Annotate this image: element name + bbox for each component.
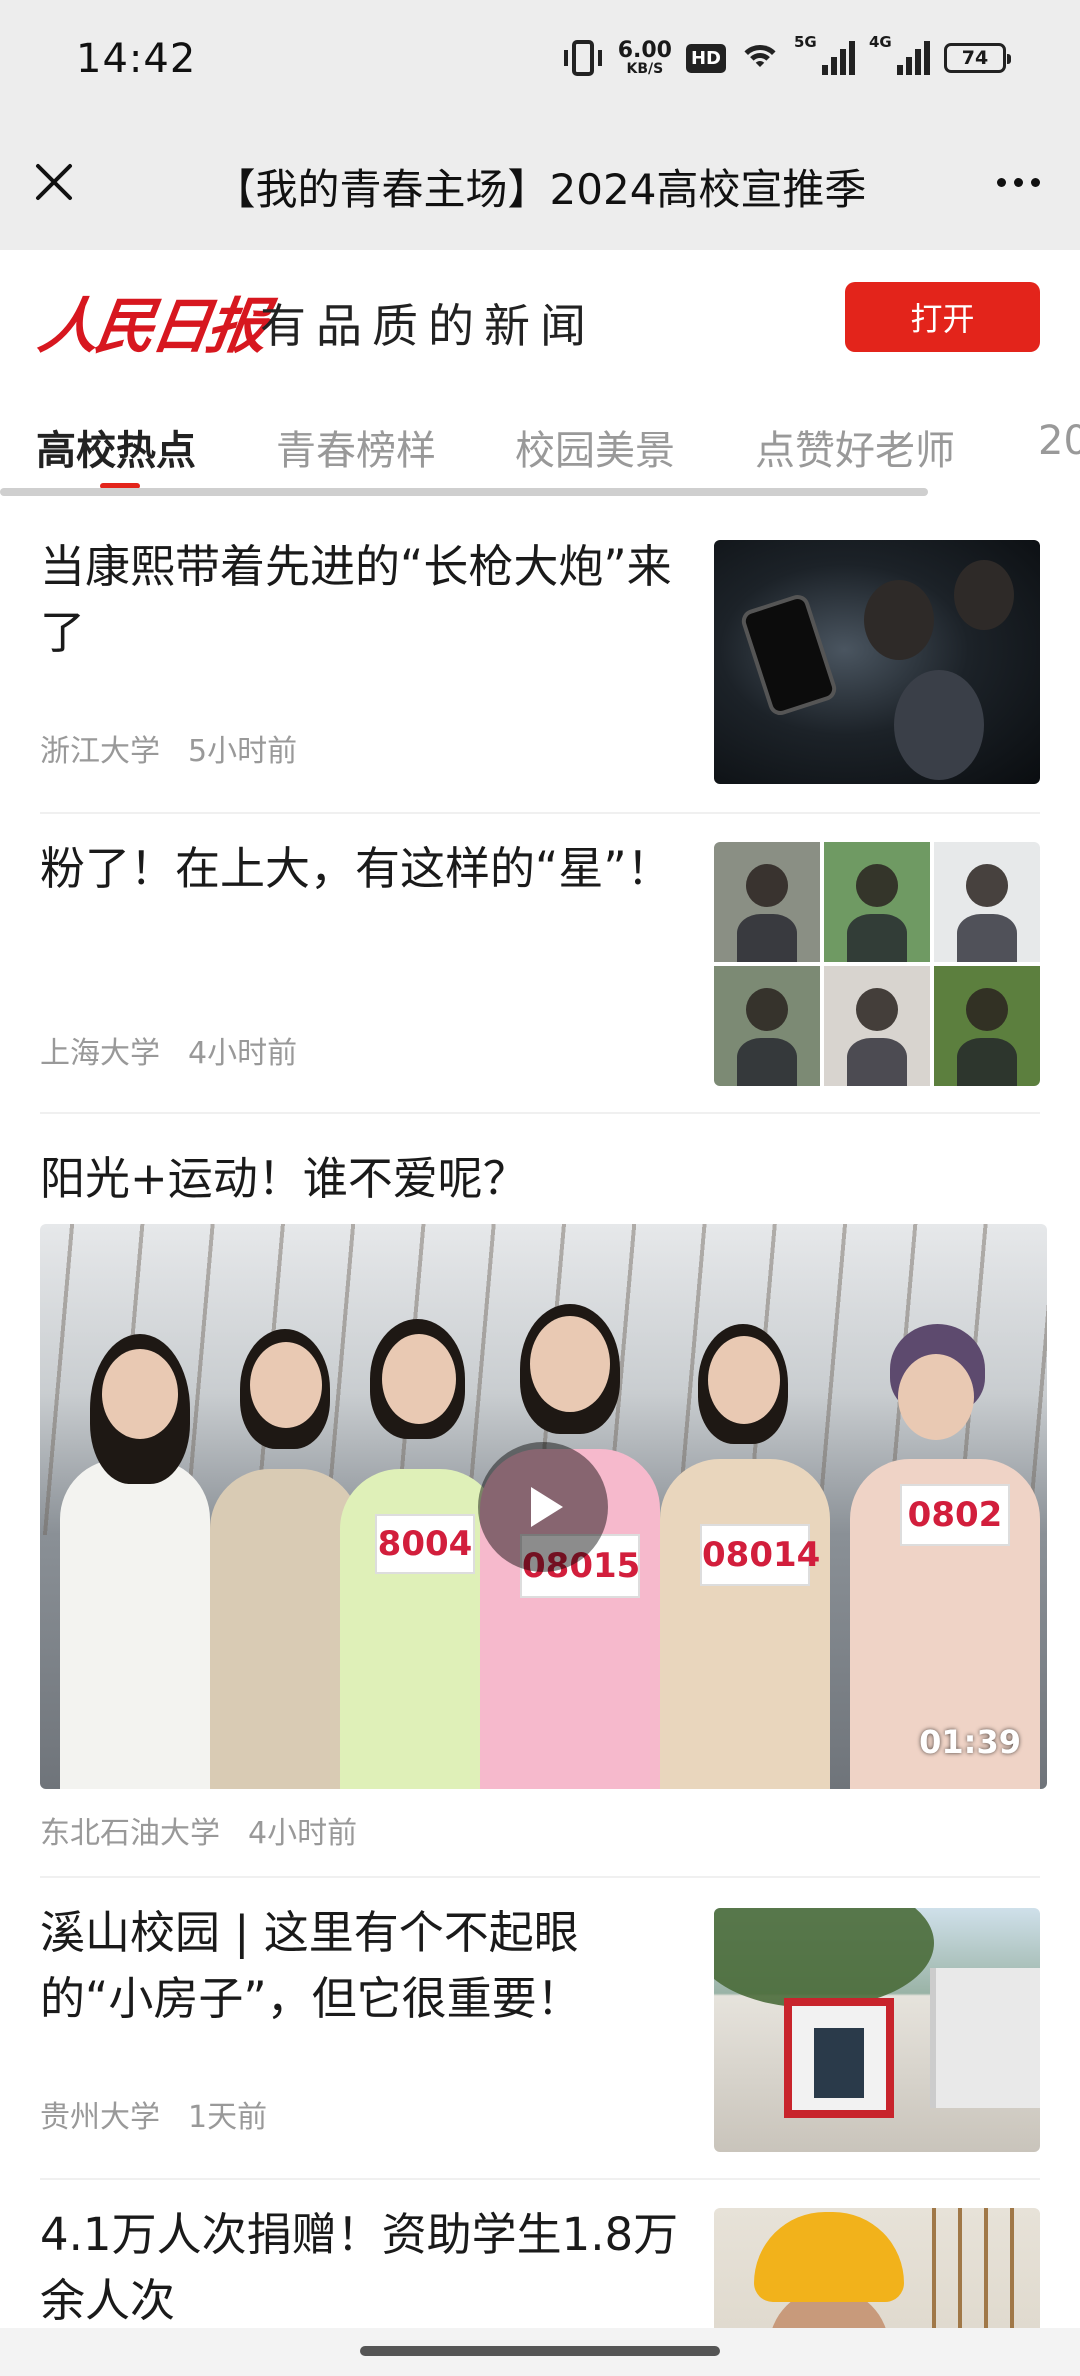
battery-level: 74 [961,47,989,69]
article-thumbnail [714,540,1040,784]
race-bib: 0802 [900,1484,1010,1546]
gesture-bar [0,2328,1080,2376]
race-bib: 8004 [375,1514,475,1574]
video-meta: 东北石油大学 4小时前 [40,1808,357,1852]
signal-5g-icon: 5G [794,33,855,75]
article-meta: 浙江大学 5小时前 [40,726,297,770]
article-title: 当康熙带着先进的“长枪大炮”来了 [40,540,672,659]
divider [40,1876,1040,1878]
hard-hat-shape [754,2212,904,2302]
article-time: 1天前 [188,2100,268,2135]
article-source: 贵州大学 [40,2100,160,2135]
app-banner: 人民日报 有品质的新闻 打开 [0,250,1080,380]
article-thumbnail [714,842,1040,1086]
video-source: 东北石油大学 [40,1816,220,1851]
article-time: 5小时前 [188,734,298,769]
article-time: 4小时前 [188,1036,298,1071]
tab-good-teachers[interactable]: 点赞好老师 [755,418,955,476]
people-daily-logo: 人民日报 [34,292,269,362]
wifi-icon [740,43,780,73]
category-tabs: 高校热点 青春榜样 校园美景 点赞好老师 20 [0,380,1080,500]
article-thumbnail [714,2208,1040,2328]
open-app-button[interactable]: 打开 [845,282,1040,352]
signal-4g-label: 4G [869,33,892,51]
tab-youth-models[interactable]: 青春榜样 [276,418,436,476]
tabs-scrollbar [0,488,928,496]
status-time: 14:42 [76,36,197,82]
battery-icon: 74 [944,43,1011,73]
divider [40,1112,1040,1114]
title-bar: 【我的青春主场】2024高校宣推季 [0,120,1080,250]
video-article-title[interactable]: 阳光+运动！谁不爱呢？ [40,1142,528,1207]
video-player[interactable]: 8004 08015 08014 0802 01:39 [40,1224,1047,1789]
close-button[interactable] [24,150,84,214]
net-speed-value: 6.00 [617,38,672,63]
article-meta: 上海大学 4小时前 [40,1028,297,1072]
signal-5g-label: 5G [794,33,817,51]
telescope-shape [738,591,840,719]
page-title: 【我的青春主场】2024高校宣推季 [213,165,867,214]
more-button[interactable] [980,150,1056,214]
article-source: 上海大学 [40,1036,160,1071]
article-item-1[interactable]: 当康熙带着先进的“长枪大炮”来了 浙江大学 5小时前 [40,532,1040,792]
article-item-2[interactable]: 粉了！在上大，有这样的“星”！ 上海大学 4小时前 [40,834,1040,1094]
net-speed: 6.00 KB/S [617,38,672,77]
play-icon [531,1487,563,1527]
vibrate-icon [563,40,602,76]
signal-4g-icon: 4G [869,33,930,75]
article-meta: 贵州大学 1天前 [40,2092,267,2136]
status-bar: 14:42 6.00 KB/S HD 5G 4G 74 [0,0,1080,120]
close-icon [36,164,72,200]
tab-campus-hot[interactable]: 高校热点 [36,418,196,476]
article-title: 溪山校园 | 这里有个不起眼的“小房子”，但它很重要！ [40,1906,582,2025]
banner-slogan: 有品质的新闻 [260,299,596,353]
article-source: 浙江大学 [40,734,160,769]
net-speed-unit: KB/S [626,61,664,77]
article-title: 粉了！在上大，有这样的“星”！ [40,842,672,895]
race-bib: 08014 [700,1524,820,1586]
tab-more-20[interactable]: 20 [1038,418,1080,464]
article-item-3[interactable]: 溪山校园 | 这里有个不起眼的“小房子”，但它很重要！ 贵州大学 1天前 [40,1898,1040,2158]
article-thumbnail [714,1908,1040,2152]
article-title: 4.1万人次捐赠！资助学生1.8万余人次 [40,2208,679,2327]
divider [40,2178,1040,2180]
divider [40,812,1040,814]
tab-campus-scenery[interactable]: 校园美景 [515,418,675,476]
home-indicator[interactable] [360,2346,720,2356]
video-duration: 01:39 [919,1723,1021,1761]
video-time: 4小时前 [248,1816,358,1851]
play-button[interactable] [478,1442,608,1572]
hd-icon: HD [685,43,726,73]
more-icon [996,177,1006,187]
article-item-4[interactable]: 4.1万人次捐赠！资助学生1.8万余人次 [40,2200,1040,2328]
kiosk-shape [784,1998,894,2118]
status-icons: 6.00 KB/S HD 5G 4G 74 [563,33,1011,80]
